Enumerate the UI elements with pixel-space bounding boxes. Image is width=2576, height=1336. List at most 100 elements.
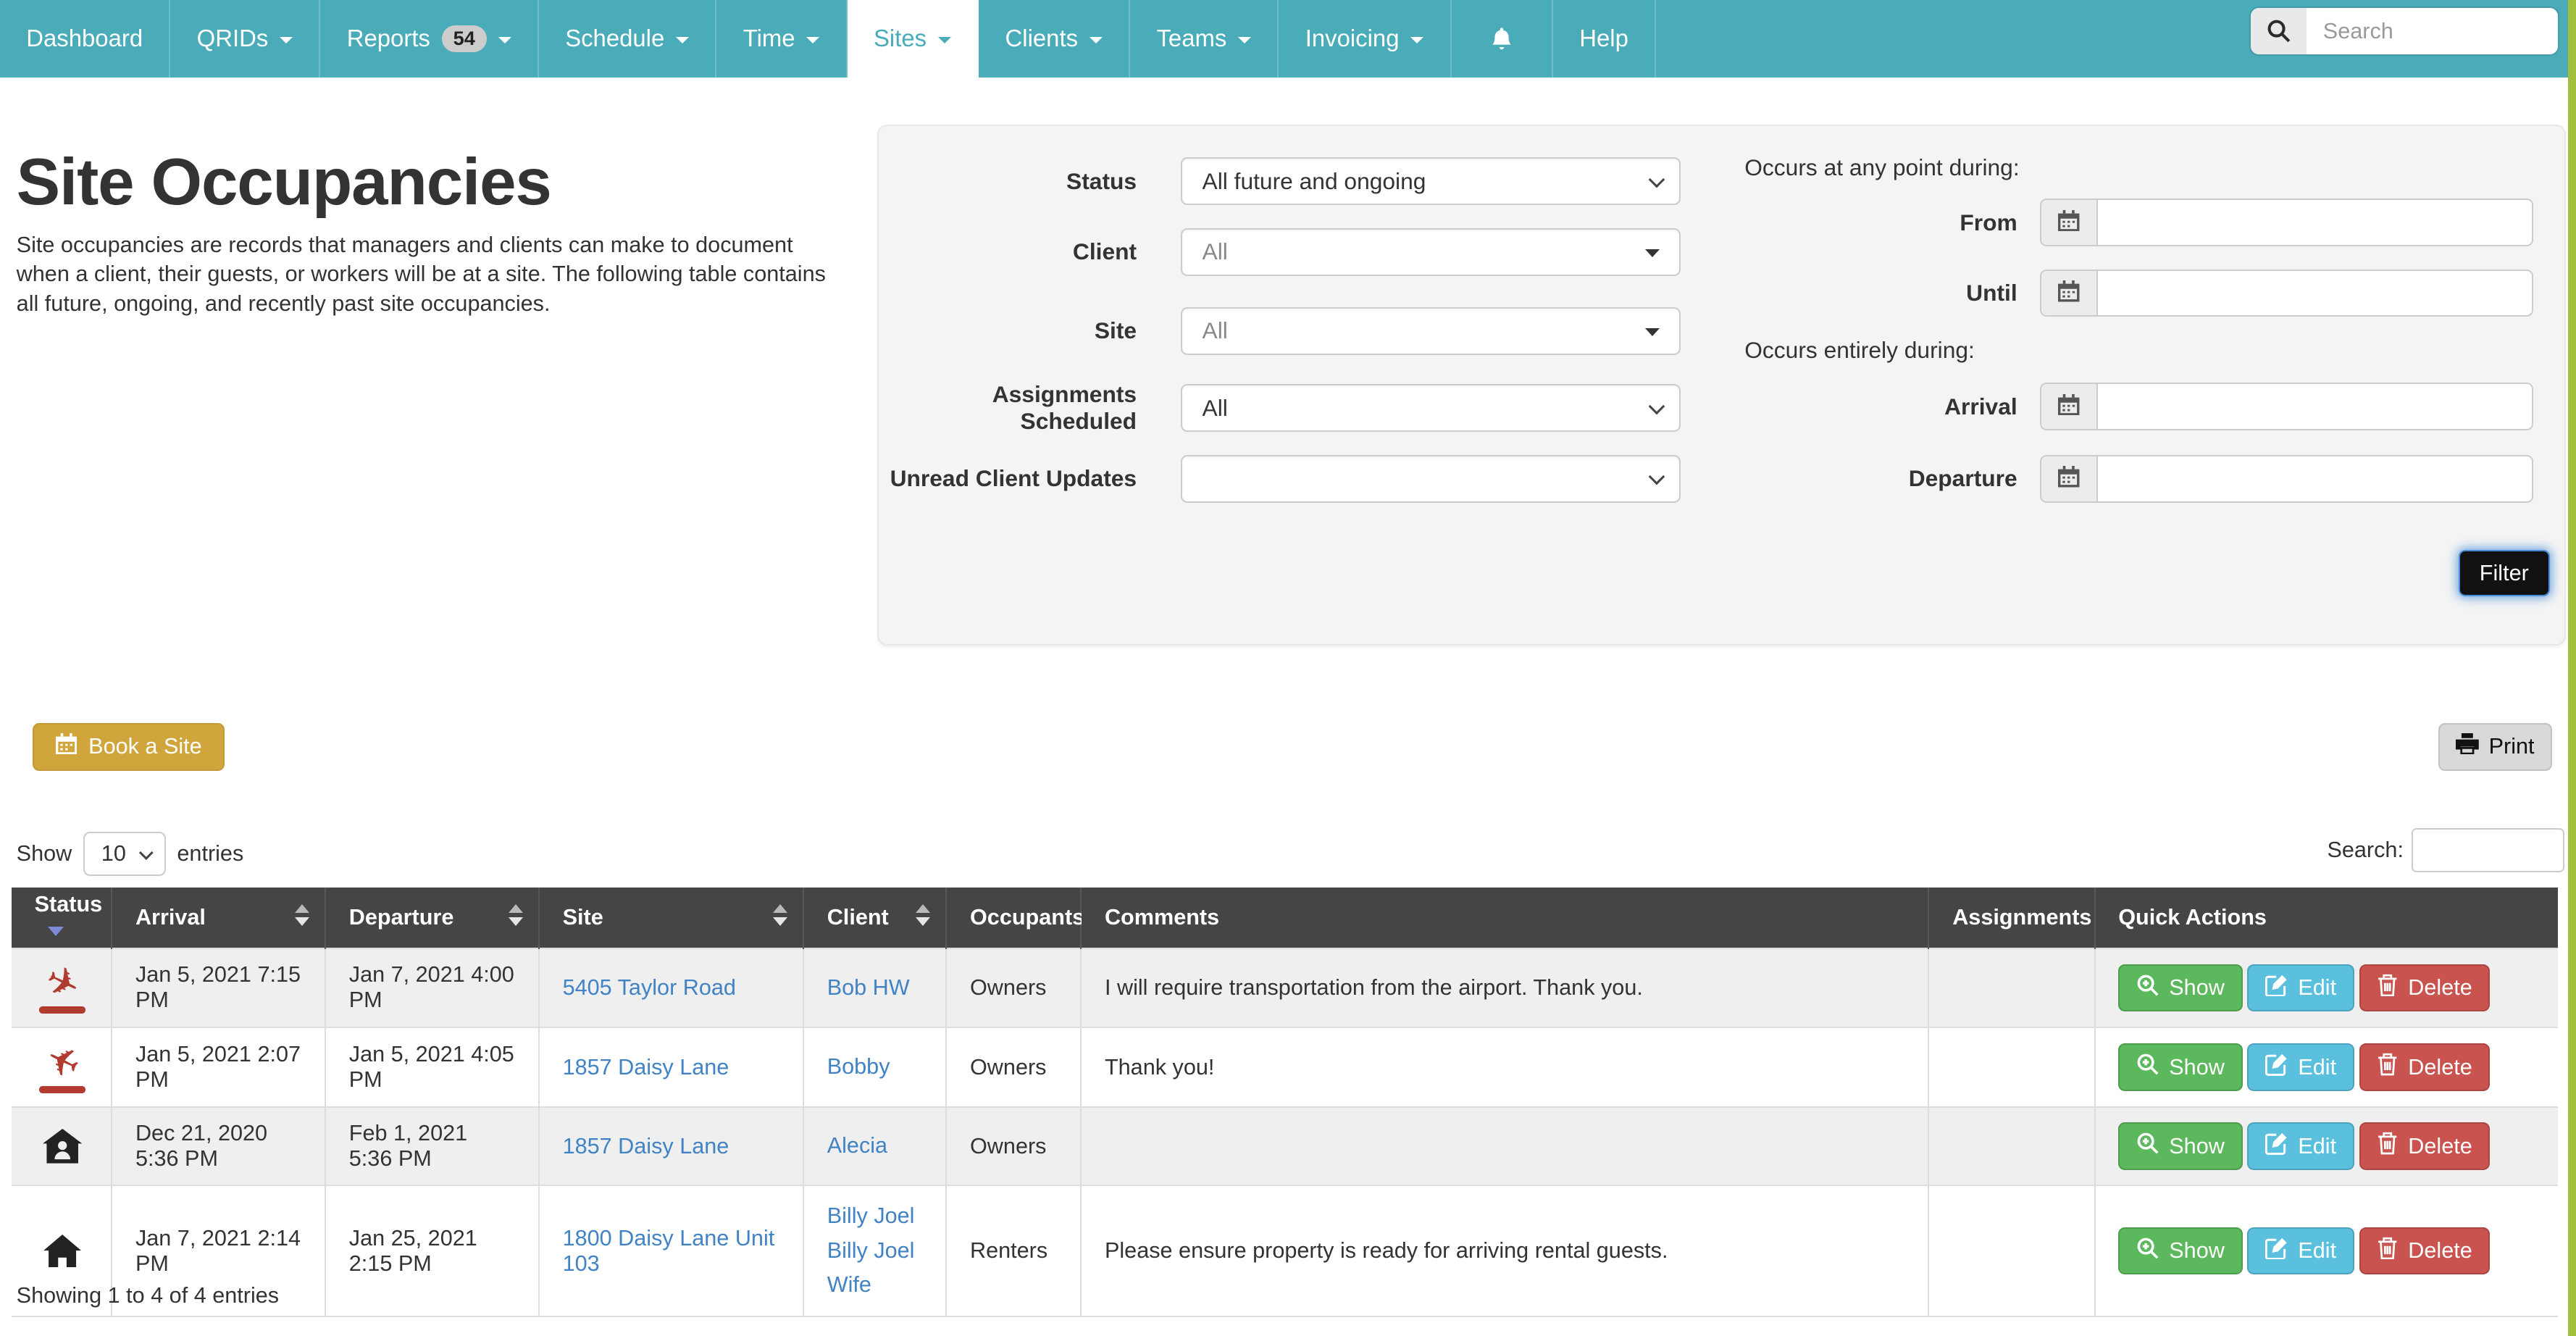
chevron-down-icon (498, 37, 511, 43)
top-navbar: Dashboard QRIDsReports54Schedule Time Sites… (0, 0, 2576, 78)
client-link[interactable]: Billy Joel (827, 1199, 923, 1233)
filter-panel: StatusAll future and ongoingClientAllSit… (877, 125, 2566, 646)
nav-item-teams[interactable]: Teams (1130, 0, 1279, 78)
delete-button[interactable]: Delete (2359, 1227, 2491, 1275)
pencil-square-icon (2265, 1053, 2288, 1082)
site-link[interactable]: 1800 Daisy Lane Unit 103 (563, 1226, 780, 1277)
calendar-addon[interactable] (2041, 200, 2097, 245)
delete-button[interactable]: Delete (2359, 1043, 2491, 1091)
edit-button[interactable]: Edit (2247, 964, 2354, 1012)
print-button[interactable]: Print (2438, 723, 2553, 771)
book-a-site-label: Book a Site (88, 734, 202, 759)
plane-departure-icon: ✈ (35, 1041, 91, 1093)
chevron-down-icon (1649, 172, 1665, 188)
book-a-site-button[interactable]: Book a Site (33, 723, 225, 771)
nav-item-time[interactable]: Time (716, 0, 847, 78)
delete-button[interactable]: Delete (2359, 964, 2491, 1012)
navbar-search-input[interactable] (2307, 8, 2558, 54)
chevron-down-icon (676, 37, 689, 43)
departure-cell: Jan 5, 2021 4:05 PM (325, 1027, 539, 1107)
assignments-cell (1928, 1027, 2094, 1107)
table-info: Showing 1 to 4 of 4 entries (17, 1283, 279, 1308)
calendar-addon[interactable] (2041, 456, 2097, 501)
client-link[interactable]: Bob HW (827, 971, 923, 1005)
column-header-label: Client (827, 905, 889, 930)
show-label: Show (17, 841, 72, 867)
nav-item-invoicing[interactable]: Invoicing (1279, 0, 1451, 78)
assignments-scheduled-select[interactable]: All (1181, 384, 1680, 432)
action-label: Show (2169, 1238, 2225, 1264)
trash-icon (2377, 974, 2398, 1003)
pencil-square-icon (2265, 1237, 2288, 1266)
column-header-assignments[interactable]: Assignments (1928, 888, 2094, 948)
nav-item-dashboard[interactable]: Dashboard (0, 0, 170, 78)
client-link[interactable]: Alecia (827, 1129, 923, 1163)
column-header-quick-actions[interactable]: Quick Actions (2095, 888, 2559, 948)
arrival-cell: Jan 5, 2021 7:15 PM (112, 948, 325, 1028)
page-size-select[interactable]: 10 (83, 832, 165, 876)
sort-asc-icon (295, 904, 309, 913)
edit-button[interactable]: Edit (2247, 1227, 2354, 1275)
nav-item-sites[interactable]: Sites (848, 0, 979, 78)
status-cell (12, 1107, 112, 1185)
show-button[interactable]: Show (2118, 1227, 2242, 1275)
nav-item-reports[interactable]: Reports54 (320, 0, 538, 78)
column-header-comments[interactable]: Comments (1081, 888, 1928, 948)
column-header-departure[interactable]: Departure (325, 888, 539, 948)
nav-item-schedule[interactable]: Schedule (539, 0, 717, 78)
filter-label-arrival: Arrival (1743, 393, 2017, 420)
column-header-label: Assignments (1952, 905, 2091, 930)
nav-item-label: Dashboard (26, 25, 143, 52)
client-link[interactable]: Billy Joel Wife (827, 1234, 923, 1303)
show-button[interactable]: Show (2118, 1043, 2242, 1091)
arrival-date-input[interactable] (2098, 384, 2532, 429)
arrival-cell: Jan 5, 2021 2:07 PM (112, 1027, 325, 1107)
client-link[interactable]: Bobby (827, 1050, 923, 1084)
filter-button[interactable]: Filter (2459, 550, 2550, 596)
site-link[interactable]: 1857 Daisy Lane (563, 1055, 729, 1080)
sort-desc-icon (773, 917, 787, 926)
filter-label-assignments-scheduled: Assignments Scheduled (879, 381, 1137, 435)
client-cell: Alecia (803, 1107, 946, 1185)
nav-item-bell[interactable] (1452, 0, 1553, 78)
unread-client-updates-select[interactable] (1181, 455, 1680, 503)
delete-button[interactable]: Delete (2359, 1122, 2491, 1170)
table-search-input[interactable] (2412, 828, 2564, 872)
sort-asc-icon (509, 904, 523, 913)
filter-row-unread-client-updates: Unread Client Updates (879, 455, 1708, 503)
column-header-client[interactable]: Client (803, 888, 946, 948)
site-link[interactable]: 1857 Daisy Lane (563, 1134, 729, 1159)
nav-item-clients[interactable]: Clients (979, 0, 1130, 78)
table-row: Dec 21, 2020 5:36 PMFeb 1, 2021 5:36 PM1… (12, 1107, 2558, 1185)
column-header-arrival[interactable]: Arrival (112, 888, 325, 948)
site-select[interactable]: All (1181, 307, 1680, 355)
nav-item-label: Help (1579, 25, 1628, 52)
from-date-input[interactable] (2098, 200, 2532, 245)
column-header-occupants[interactable]: Occupants (946, 888, 1081, 948)
nav-item-help[interactable]: Help (1553, 0, 1656, 78)
site-cell: 5405 Taylor Road (539, 948, 803, 1028)
show-button[interactable]: Show (2118, 964, 2242, 1012)
column-header-status[interactable]: Status (12, 888, 112, 948)
edit-button[interactable]: Edit (2247, 1043, 2354, 1091)
nav-item-qrids[interactable]: QRIDs (170, 0, 320, 78)
status-select[interactable]: All future and ongoing (1181, 157, 1680, 205)
nav-item-label: Time (743, 25, 795, 52)
calendar-addon[interactable] (2041, 271, 2097, 316)
show-button[interactable]: Show (2118, 1122, 2242, 1170)
column-header-site[interactable]: Site (539, 888, 803, 948)
house-user-icon (35, 1129, 91, 1164)
quick-actions-cell: ShowEditDelete (2095, 948, 2559, 1028)
column-header-label: Occupants (970, 905, 1084, 930)
client-select[interactable]: All (1181, 228, 1680, 276)
bell-icon (1489, 25, 1514, 51)
calendar-addon[interactable] (2041, 384, 2097, 429)
departure-date-input[interactable] (2098, 456, 2532, 501)
calendar-icon (2058, 464, 2079, 494)
site-link[interactable]: 5405 Taylor Road (563, 975, 736, 1001)
date-row-until: Until (1743, 270, 2533, 317)
edit-button[interactable]: Edit (2247, 1122, 2354, 1170)
magnifier-plus-icon (2136, 1132, 2159, 1161)
action-label: Edit (2298, 1134, 2336, 1159)
until-date-input[interactable] (2098, 271, 2532, 316)
